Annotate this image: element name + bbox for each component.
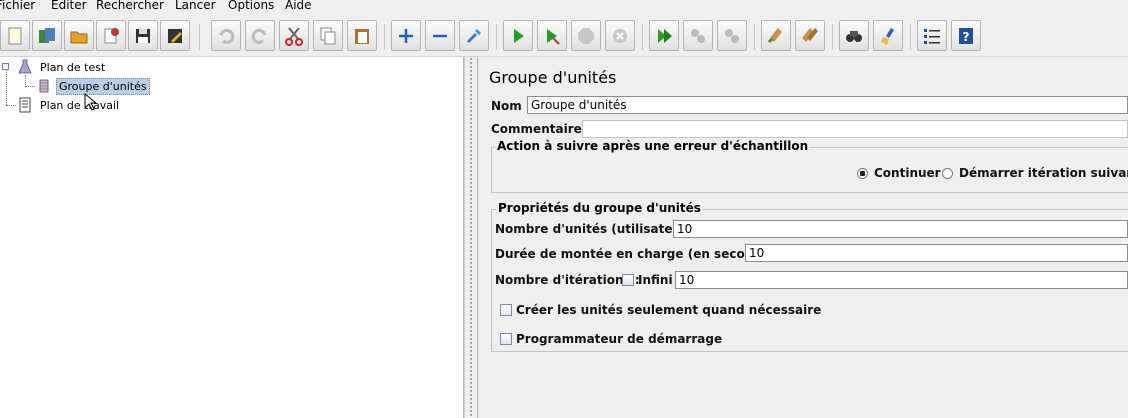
new-button[interactable] (0, 20, 30, 51)
collapse-button[interactable] (425, 20, 455, 51)
iterations-field[interactable]: 10 (675, 271, 1128, 289)
workbench-icon (19, 97, 31, 113)
help-icon: ? (959, 27, 973, 44)
remote-stop-icon (691, 28, 705, 43)
save-as-button[interactable] (160, 20, 190, 51)
open-icon (70, 31, 88, 43)
shutdown-icon (613, 28, 627, 43)
tree-node-workbench[interactable]: Plan de travail (17, 96, 122, 114)
expand-toggle-icon[interactable] (2, 63, 9, 70)
help-button[interactable]: ? (951, 20, 981, 51)
undo-icon (219, 28, 235, 44)
search-button[interactable] (839, 20, 869, 51)
reset-search-icon (881, 27, 894, 45)
mouse-cursor-icon (84, 93, 96, 111)
flask-icon (18, 59, 32, 74)
start-no-pause-icon (547, 28, 560, 45)
copy-icon (320, 27, 336, 44)
thread-group-panel: Groupe d'unités Nom : Groupe d'unités Co… (479, 57, 1128, 418)
menu-bar: Fichier Editer Rechercher Lancer Options… (0, 0, 1128, 14)
menu-fichier[interactable]: Fichier (0, 0, 35, 13)
templates-button[interactable] (32, 20, 62, 51)
save-as-icon (168, 28, 182, 43)
menu-editer[interactable]: Editer (51, 0, 87, 13)
clear-icon (767, 27, 782, 43)
remote-start-icon (658, 28, 672, 43)
tree-label-test-plan: Plan de test (40, 60, 106, 74)
start-icon (514, 28, 524, 43)
open-button[interactable] (64, 20, 94, 51)
thread-properties-group-title: Propriétés du groupe d'unités (496, 201, 703, 215)
stop-icon (578, 27, 594, 44)
name-field[interactable]: Groupe d'unités (527, 96, 1128, 114)
remote-shutdown-icon (725, 28, 739, 43)
tree-label-thread-group: Groupe d'unités (56, 77, 150, 95)
paste-icon (355, 28, 369, 44)
function-helper-icon (924, 28, 940, 44)
expand-button[interactable] (391, 20, 421, 51)
close-icon (104, 27, 119, 43)
menu-aide[interactable]: Aide (285, 0, 312, 13)
continue-radio[interactable] (857, 168, 868, 179)
toggle-button[interactable] (459, 20, 489, 51)
cut-button[interactable] (279, 20, 309, 51)
comments-field[interactable] (582, 120, 1128, 138)
shutdown-button[interactable] (605, 20, 635, 51)
save-icon (136, 28, 150, 43)
test-plan-tree: Plan de test Groupe d'unités Plan de tra… (0, 57, 464, 418)
cut-icon (285, 26, 303, 46)
function-helper-button[interactable] (917, 20, 947, 51)
collapse-icon (433, 34, 447, 37)
scheduler-label[interactable]: Programmateur de démarrage (516, 332, 722, 346)
threads-field[interactable]: 10 (673, 220, 1128, 238)
rampup-field[interactable]: 10 (745, 244, 1128, 262)
templates-icon (39, 27, 55, 43)
clear-all-button[interactable] (795, 20, 825, 51)
menu-rechercher[interactable]: Rechercher (96, 0, 164, 13)
start-button[interactable] (503, 20, 533, 51)
paste-button[interactable] (347, 20, 377, 51)
delay-thread-creation-label[interactable]: Créer les unités seulement quand nécessa… (516, 303, 821, 317)
copy-button[interactable] (313, 20, 343, 51)
new-icon (8, 27, 22, 44)
delay-thread-creation-checkbox[interactable] (500, 304, 512, 316)
infinite-label[interactable]: Infini (638, 273, 673, 287)
toggle-icon (467, 28, 482, 43)
start-next-iteration-radio[interactable] (942, 168, 953, 179)
remote-stop-button[interactable] (683, 20, 713, 51)
expand-icon (399, 28, 413, 43)
undo-button[interactable] (211, 20, 241, 51)
save-button[interactable] (128, 20, 158, 51)
splitter-grip (469, 57, 473, 418)
menu-options[interactable]: Options (228, 0, 274, 13)
redo-button[interactable] (245, 20, 275, 51)
iterations-label: Nombre d'itérations : (495, 273, 640, 287)
stop-button[interactable] (571, 20, 601, 51)
remote-start-button[interactable] (649, 20, 679, 51)
menu-lancer[interactable]: Lancer (175, 0, 216, 13)
start-no-pause-button[interactable] (537, 20, 567, 51)
name-label: Nom : (491, 99, 531, 113)
thread-group-icon (39, 79, 49, 93)
redo-icon (251, 28, 267, 44)
scheduler-checkbox[interactable] (500, 333, 512, 345)
tree-node-test-plan[interactable]: Plan de test (17, 58, 108, 76)
start-next-iteration-label[interactable]: Démarrer itération suivante (959, 166, 1128, 180)
clear-all-icon (802, 27, 818, 42)
page-title: Groupe d'unités (489, 68, 617, 87)
search-icon (846, 30, 862, 42)
svg-text:?: ? (963, 30, 970, 44)
clear-button[interactable] (761, 20, 791, 51)
error-action-group-title: Action à suivre après une erreur d'échan… (495, 139, 811, 153)
continue-radio-label[interactable]: Continuer (874, 166, 941, 180)
close-button[interactable] (96, 20, 126, 51)
remote-shutdown-button[interactable] (717, 20, 747, 51)
infinite-checkbox[interactable] (622, 274, 634, 286)
reset-search-button[interactable] (873, 20, 903, 51)
toolbar: ? (0, 14, 1128, 57)
split-pane-divider[interactable] (464, 57, 478, 418)
tree-label-workbench: Plan de travail (40, 98, 120, 112)
